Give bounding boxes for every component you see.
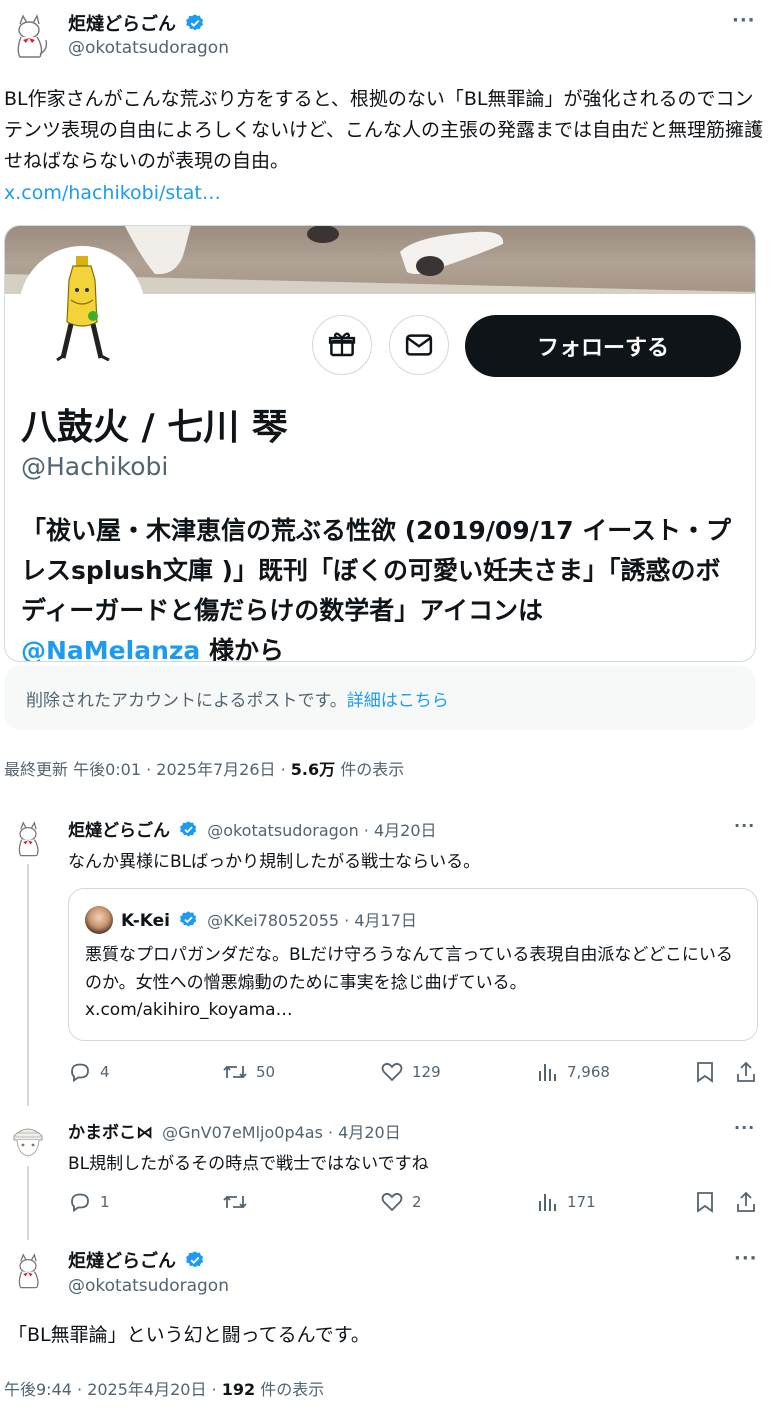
reply1-avatar[interactable] bbox=[8, 818, 48, 858]
verified-badge-icon bbox=[186, 14, 204, 31]
more-icon[interactable]: ··· bbox=[734, 816, 755, 835]
like-icon bbox=[381, 1062, 403, 1082]
reply3-avatar[interactable] bbox=[8, 1250, 48, 1290]
views-icon bbox=[539, 1194, 556, 1211]
reply-count: 1 bbox=[100, 1193, 110, 1211]
bookmark-icon[interactable] bbox=[694, 1190, 716, 1214]
repost-icon bbox=[223, 1065, 247, 1079]
views-count: 7,968 bbox=[567, 1063, 610, 1081]
like-action[interactable]: 129 bbox=[380, 1060, 441, 1084]
quote-text: 悪質なプロパガンダだな。BLだけ守ろうなんて言っている表現自由派などどこにいるの… bbox=[85, 945, 733, 993]
reply-icon bbox=[71, 1193, 89, 1213]
main-meta-views: 5.6万 bbox=[290, 760, 336, 779]
reply-icon bbox=[71, 1063, 89, 1083]
post-text: BL作家さんがこんな荒ぶり方をすると、根拠のない「BL無罪論」が強化されるのでコ… bbox=[4, 88, 764, 172]
reply-count: 4 bbox=[100, 1063, 110, 1081]
cat-avatar-image bbox=[4, 10, 54, 60]
gift-icon bbox=[328, 332, 356, 357]
reply3-meta-views: 192 bbox=[221, 1380, 256, 1399]
author-name[interactable]: 炬燵どらごん bbox=[68, 14, 176, 35]
deleted-notice-link[interactable]: 詳細はこちら bbox=[347, 686, 449, 711]
profile-bio-mention[interactable]: @NaMelanza bbox=[21, 636, 200, 661]
quoted-post[interactable]: K-Kei @KKei78052055 · 4月17日 悪質なプロパガンダだな。… bbox=[68, 888, 758, 1041]
profile-handle: @Hachikobi bbox=[21, 452, 169, 481]
cat-avatar-image bbox=[8, 1250, 48, 1290]
author-handle[interactable]: @okotatsudoragon bbox=[68, 38, 229, 58]
message-button[interactable] bbox=[389, 315, 449, 375]
quote-author-name: K-Kei bbox=[121, 911, 170, 931]
reply1-text: なんか異様にBLばっかり規制したがる戦士ならいる。 bbox=[68, 852, 481, 872]
gift-button[interactable] bbox=[312, 315, 372, 375]
reply3-meta-prefix: 午後9:44 · 2025年4月20日 · bbox=[4, 1380, 222, 1399]
reply1-author-name[interactable]: 炬燵どらごん bbox=[68, 821, 170, 841]
quote-link[interactable]: x.com/akihiro_koyama… bbox=[85, 1000, 293, 1020]
author-name-row[interactable]: 炬燵どらごん bbox=[68, 10, 205, 36]
more-icon[interactable]: ··· bbox=[734, 1118, 755, 1137]
thread-line bbox=[27, 1166, 29, 1240]
main-meta-prefix: 最終更新 午後0:01 · 2025年7月26日 · bbox=[4, 760, 291, 779]
reply3-meta-suffix: 件の表示 bbox=[255, 1380, 325, 1399]
reply3-author-name[interactable]: 炬燵どらごん bbox=[68, 1251, 176, 1272]
more-icon[interactable]: ··· bbox=[732, 10, 756, 31]
views-icon bbox=[539, 1064, 556, 1081]
profile-card[interactable]: フォローする 八鼓火 / 七川 琴 @Hachikobi 「祓い屋・木津恵信の荒… bbox=[4, 225, 756, 662]
quote-handle-date: @KKei78052055 · 4月17日 bbox=[207, 911, 417, 930]
verified-badge-icon bbox=[180, 911, 197, 927]
main-meta-suffix: 件の表示 bbox=[335, 760, 405, 779]
reply2-handle-date[interactable]: @GnV07eMljo0p4as · 4月20日 bbox=[162, 1123, 401, 1142]
beanie-character-avatar-image bbox=[8, 1120, 48, 1160]
repost-count: 50 bbox=[256, 1063, 276, 1081]
profile-display-name: 八鼓火 / 七川 琴 bbox=[21, 407, 288, 448]
quote-avatar bbox=[85, 906, 113, 934]
repost-icon bbox=[223, 1195, 247, 1209]
profile-bio-tail: 様から bbox=[200, 636, 285, 662]
reply-action[interactable]: 1 bbox=[68, 1190, 110, 1214]
views-action[interactable]: 7,968 bbox=[537, 1060, 610, 1084]
like-count: 2 bbox=[412, 1193, 422, 1211]
follow-button[interactable]: フォローする bbox=[465, 315, 741, 377]
share-icon[interactable] bbox=[735, 1190, 757, 1214]
author-avatar[interactable] bbox=[4, 10, 54, 60]
profile-bio: 「祓い屋・木津恵信の荒ぶる性欲 (2019/09/17 イースト・プレスsplu… bbox=[21, 511, 741, 662]
reply3-handle[interactable]: @okotatsudoragon bbox=[68, 1276, 229, 1296]
like-count: 129 bbox=[412, 1063, 441, 1081]
quote-header: K-Kei @KKei78052055 · 4月17日 bbox=[121, 907, 417, 931]
views-action[interactable]: 171 bbox=[537, 1190, 596, 1214]
repost-action[interactable]: 50 bbox=[222, 1060, 275, 1084]
profile-bio-text: 「祓い屋・木津恵信の荒ぶる性欲 (2019/09/17 イースト・プレスsplu… bbox=[21, 516, 732, 625]
verified-badge-icon bbox=[180, 821, 197, 837]
reply1-header: 炬燵どらごん @okotatsudoragon · 4月20日 bbox=[68, 816, 437, 841]
verified-badge-icon bbox=[186, 1251, 204, 1268]
deleted-account-notice: 削除されたアカウントによるポストです。 詳細はこちら bbox=[4, 666, 756, 730]
reply3-text: 「BL無罪論」という幻と闘ってるんです。 bbox=[8, 1324, 370, 1346]
bookmark-icon[interactable] bbox=[694, 1060, 716, 1084]
reply3-header: 炬燵どらごん bbox=[68, 1247, 205, 1273]
main-post-meta: 最終更新 午後0:01 · 2025年7月26日 · 5.6万 件の表示 bbox=[4, 756, 404, 780]
like-icon bbox=[381, 1192, 403, 1212]
thread-line bbox=[27, 864, 29, 1106]
mail-icon bbox=[405, 334, 433, 356]
reply2-avatar[interactable] bbox=[8, 1120, 48, 1160]
reply3-meta: 午後9:44 · 2025年4月20日 · 192 件の表示 bbox=[4, 1376, 324, 1400]
reply1-handle-date[interactable]: @okotatsudoragon · 4月20日 bbox=[207, 821, 436, 840]
profile-avatar[interactable] bbox=[19, 246, 145, 372]
more-icon[interactable]: ··· bbox=[734, 1248, 758, 1269]
reply2-author-name[interactable]: かまボこ⋈ bbox=[68, 1123, 153, 1143]
reply2-text: BL規制したがるその時点で戦士ではないですね bbox=[68, 1154, 429, 1174]
reply2-header: かまボこ⋈ @GnV07eMljo0p4as · 4月20日 bbox=[68, 1118, 401, 1143]
cat-avatar-image bbox=[8, 818, 48, 858]
reply-action[interactable]: 4 bbox=[68, 1060, 110, 1084]
share-icon[interactable] bbox=[735, 1060, 757, 1084]
repost-action[interactable] bbox=[222, 1190, 256, 1214]
post-link[interactable]: x.com/hachikobi/stat… bbox=[4, 178, 221, 209]
views-count: 171 bbox=[567, 1193, 596, 1211]
like-action[interactable]: 2 bbox=[380, 1190, 422, 1214]
bottle-character-avatar-image bbox=[23, 250, 141, 368]
deleted-notice-text: 削除されたアカウントによるポストです。 bbox=[26, 690, 347, 711]
